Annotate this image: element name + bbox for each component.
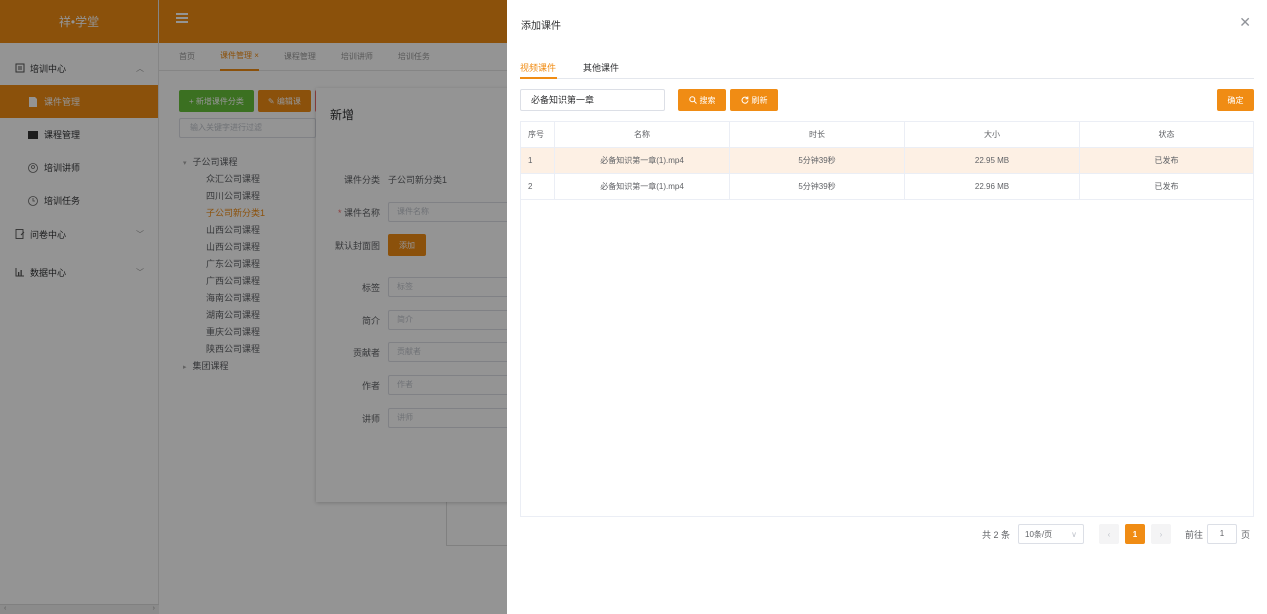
refresh-button[interactable]: 刷新: [730, 89, 778, 111]
tab-video-courseware[interactable]: 视频课件: [520, 61, 556, 74]
pagination: 共 2 条 10条/页 ∨ ‹ 1 › 前往 1 页: [982, 523, 1250, 545]
cell-status: 已发布: [1154, 156, 1179, 165]
refresh-icon: [741, 96, 748, 104]
page-unit-label: 页: [1241, 529, 1251, 540]
page-size-value: 10条/页: [1025, 529, 1053, 539]
next-page-button[interactable]: ›: [1151, 524, 1172, 544]
drawer-tabs: 视频课件 其他课件: [520, 56, 1254, 79]
tab-other-courseware[interactable]: 其他课件: [583, 61, 619, 74]
goto-label: 前往: [1185, 529, 1204, 540]
col-header-index: 序号: [521, 122, 555, 148]
chevron-right-icon: ›: [1159, 529, 1163, 539]
chevron-down-icon: ∨: [1071, 529, 1078, 539]
close-icon[interactable]: ✕: [1239, 14, 1251, 31]
active-tab-indicator: [520, 77, 557, 79]
pagination-total: 共 2 条: [982, 529, 1011, 540]
search-button[interactable]: 搜索: [678, 89, 726, 111]
col-header-duration: 时长: [730, 122, 905, 148]
col-header-size: 大小: [905, 122, 1080, 148]
col-header-name: 名称: [555, 122, 730, 148]
table-row[interactable]: 2 必备知识第一章(1).mp4 5分钟39秒 22.96 MB 已发布: [521, 174, 1253, 200]
table-header: 序号 名称 时长 大小 状态: [521, 122, 1253, 148]
cell-size: 22.95 MB: [905, 148, 1080, 174]
confirm-button[interactable]: 确定: [1217, 89, 1254, 111]
cell-index: 1: [521, 148, 555, 174]
refresh-button-label: 刷新: [751, 95, 768, 105]
search-input[interactable]: 必备知识第一章: [520, 89, 665, 111]
cell-duration: 5分钟39秒: [730, 148, 905, 174]
modal-overlay[interactable]: [0, 0, 507, 614]
cell-size: 22.96 MB: [905, 174, 1080, 200]
page-size-select[interactable]: 10条/页 ∨: [1018, 524, 1085, 544]
table-row[interactable]: 1 必备知识第一章(1).mp4 5分钟39秒 22.95 MB 已发布: [521, 148, 1253, 174]
courseware-table: 序号 名称 时长 大小 状态 1 必备知识第一章(1).mp4 5分钟39秒 2…: [520, 121, 1254, 517]
search-button-label: 搜索: [699, 95, 716, 105]
goto-page-input[interactable]: 1: [1207, 524, 1238, 544]
cell-name: 必备知识第一章(1).mp4: [555, 148, 730, 174]
add-courseware-drawer: 添加课件 ✕ 视频课件 其他课件 必备知识第一章 搜索 刷新 确定 序号 名称 …: [507, 0, 1267, 614]
cell-name: 必备知识第一章(1).mp4: [555, 174, 730, 200]
app-root: 祥•学堂 培训中心 ︿ 课件管理 课程管理 培训讲师 培训任务 问卷中心 ﹀ 数…: [0, 0, 1267, 614]
cell-duration: 5分钟39秒: [730, 174, 905, 200]
cell-status: 已发布: [1154, 182, 1179, 191]
col-header-status: 状态: [1158, 130, 1175, 139]
page-number-current[interactable]: 1: [1125, 524, 1146, 544]
search-icon: [688, 96, 697, 104]
chevron-left-icon: ‹: [1107, 529, 1111, 539]
prev-page-button[interactable]: ‹: [1099, 524, 1120, 544]
cell-index: 2: [521, 174, 555, 200]
drawer-title: 添加课件: [521, 21, 561, 32]
